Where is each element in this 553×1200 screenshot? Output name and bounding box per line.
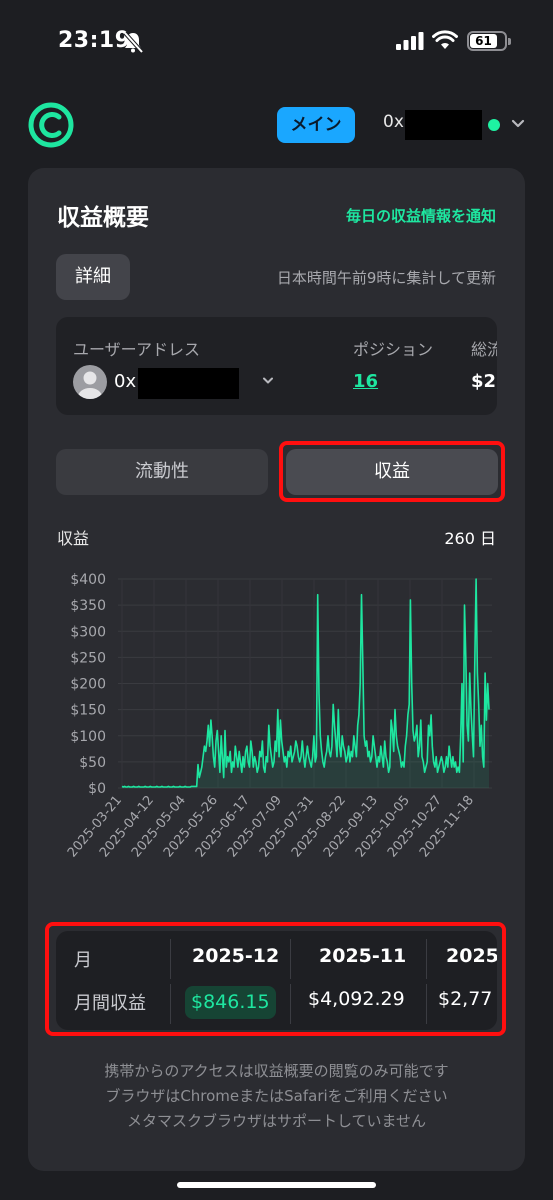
y-tick-label: $0 bbox=[88, 781, 106, 797]
signal-icon bbox=[396, 32, 424, 50]
footer-note: ブラウザはChromeまたはSafariをご利用ください bbox=[105, 1087, 448, 1105]
y-tick-label: $400 bbox=[70, 572, 106, 588]
home-indicator[interactable] bbox=[177, 1182, 376, 1188]
connection-status-dot bbox=[488, 119, 500, 131]
wifi-icon bbox=[432, 30, 458, 49]
total-label: 総流 bbox=[471, 340, 497, 359]
chart-label: 収益 bbox=[57, 529, 90, 548]
update-note: 日本時間午前9時に集計して更新 bbox=[276, 269, 496, 287]
avatar bbox=[73, 365, 107, 399]
detail-button[interactable]: 詳細 bbox=[56, 254, 130, 300]
status-bar: 23:19 61 bbox=[0, 0, 553, 80]
chevron-down-icon[interactable] bbox=[262, 376, 274, 386]
positions-value[interactable]: 16 bbox=[353, 371, 378, 392]
highlight-box bbox=[279, 441, 505, 502]
bell-muted-icon bbox=[123, 31, 144, 54]
address-value[interactable]: 0x bbox=[114, 371, 136, 392]
total-value: $28 bbox=[471, 371, 497, 392]
address-label: ユーザーアドレス bbox=[73, 340, 201, 359]
status-time: 23:19 bbox=[58, 28, 131, 53]
page-title: 収益概要 bbox=[57, 205, 149, 231]
footer-note: メタマスクブラウザはサポートしていません bbox=[126, 1112, 427, 1130]
y-tick-label: $100 bbox=[70, 729, 106, 745]
battery-icon: 61 bbox=[467, 31, 511, 51]
redacted-block bbox=[405, 110, 482, 140]
y-tick-label: $200 bbox=[70, 677, 106, 693]
chevron-down-icon[interactable] bbox=[511, 118, 525, 130]
wallet-address[interactable]: 0x bbox=[383, 112, 404, 132]
revenue-chart: $400$350$300$250$200$150$100$50$02025-03… bbox=[65, 572, 492, 860]
y-tick-label: $250 bbox=[70, 650, 106, 666]
footer-note: 携帯からのアクセスは収益概要の閲覧のみ可能です bbox=[104, 1062, 449, 1080]
battery-level: 61 bbox=[470, 34, 497, 48]
y-tick-label: $50 bbox=[79, 755, 106, 771]
user-info-panel: ユーザーアドレス ポジション 総流 0x 16 $28 bbox=[56, 317, 497, 415]
notify-daily-link[interactable]: 毎日の収益情報を通知 bbox=[346, 205, 496, 226]
main-network-button[interactable]: メイン bbox=[277, 107, 355, 143]
tab-liquidity[interactable]: 流動性 bbox=[56, 449, 268, 495]
positions-label: ポジション bbox=[353, 340, 434, 359]
redacted-block bbox=[138, 368, 239, 399]
y-tick-label: $150 bbox=[70, 703, 106, 719]
app-logo-icon[interactable] bbox=[28, 102, 74, 148]
highlight-box bbox=[45, 922, 506, 1036]
chart-days: 260 日 bbox=[444, 529, 496, 548]
y-tick-label: $300 bbox=[70, 624, 106, 640]
user-icon bbox=[78, 371, 102, 399]
y-tick-label: $350 bbox=[70, 598, 106, 614]
